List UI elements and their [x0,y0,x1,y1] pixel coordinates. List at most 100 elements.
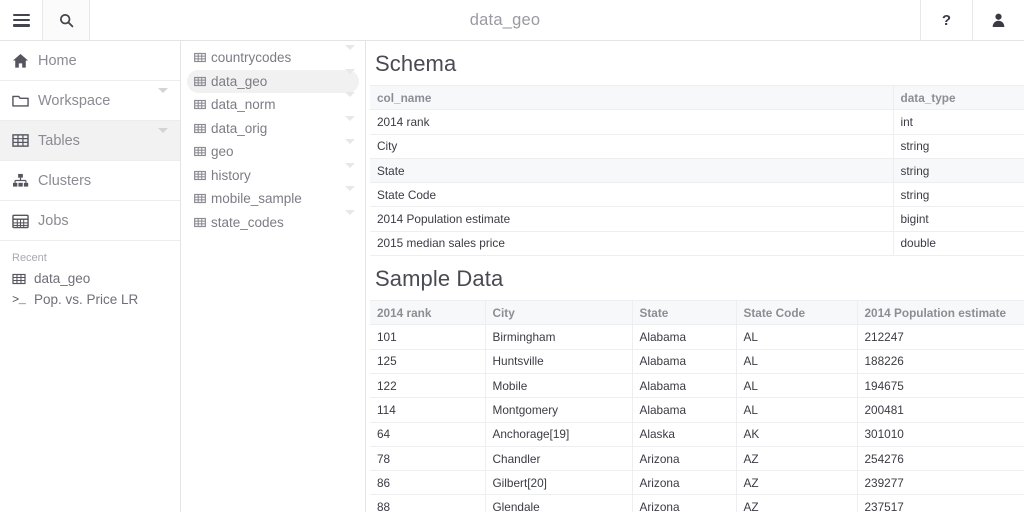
table-icon [194,170,211,181]
menu-button[interactable] [0,0,43,40]
column-header[interactable]: col_name [370,86,893,110]
table-list-item-data-norm[interactable]: data_norm [187,93,359,117]
table-row[interactable]: 125 Huntsville Alabama AL 188226 [370,349,1024,373]
column-header[interactable]: data_type [893,86,1024,110]
column-header[interactable]: State Code [736,301,857,325]
cell: 114 [370,398,485,422]
recent-item-notebook[interactable]: >_ Pop. vs. Price LR [0,289,180,310]
table-list-item-history[interactable]: history [187,164,359,188]
cell: Arizona [632,471,736,495]
chevron-down-icon[interactable] [345,168,355,183]
column-header[interactable]: 2014 Population estimate [857,301,1024,325]
table-row[interactable]: Statestring [370,158,1024,182]
search-icon [59,13,74,28]
terminal-prompt-icon: >_ [12,293,34,307]
chevron-down-icon[interactable] [345,121,355,136]
cell: 254276 [857,446,1024,470]
help-button[interactable]: ? [920,0,972,40]
chevron-down-icon[interactable] [345,144,355,159]
chevron-down-icon[interactable] [345,50,355,65]
chevron-down-icon[interactable] [158,93,168,109]
table-row[interactable]: 101 Birmingham Alabama AL 212247 [370,325,1024,349]
cell: int [893,110,1024,134]
table-list-item-data-orig[interactable]: data_orig [187,117,359,141]
cell: Alabama [632,373,736,397]
cell: Alabama [632,349,736,373]
cell: AZ [736,471,857,495]
chevron-down-icon[interactable] [345,191,355,206]
cell: 237517 [857,495,1024,512]
table-list-item-mobile-sample[interactable]: mobile_sample [187,187,359,211]
recent-item-label: Pop. vs. Price LR [34,292,138,307]
cell: Birmingham [485,325,632,349]
sidebar-item-home[interactable]: Home [0,41,180,81]
cell: Chandler [485,446,632,470]
cell: string [893,183,1024,207]
table-row[interactable]: 78 Chandler Arizona AZ 254276 [370,446,1024,470]
table-icon [12,133,38,148]
table-icon [194,217,211,228]
column-header[interactable]: City [485,301,632,325]
question-mark-icon: ? [942,12,951,29]
cell: 2014 Population estimate [370,207,893,231]
column-header[interactable]: 2014 rank [370,301,485,325]
table-row[interactable]: Citystring [370,134,1024,158]
cell: 88 [370,495,485,512]
sidebar-item-clusters[interactable]: Clusters [0,161,180,201]
table-row[interactable]: 114 Montgomery Alabama AL 200481 [370,398,1024,422]
calendar-icon [12,213,38,229]
cell: State [370,158,893,182]
recent-item-data-geo[interactable]: data_geo [0,268,180,289]
sidebar-item-jobs[interactable]: Jobs [0,201,180,241]
column-header[interactable]: State [632,301,736,325]
cell: 188226 [857,349,1024,373]
table-icon [194,146,211,157]
cell: Alabama [632,325,736,349]
chevron-down-icon[interactable] [345,74,355,89]
table-row[interactable]: State Codestring [370,183,1024,207]
table-row[interactable]: 64 Anchorage[19] Alaska AK 301010 [370,422,1024,446]
schema-heading: Schema [370,41,1024,85]
table-list-item-state-codes[interactable]: state_codes [187,211,359,235]
chevron-down-icon[interactable] [345,97,355,112]
cell: Alabama [632,398,736,422]
table-row[interactable]: 2014 Population estimatebigint [370,207,1024,231]
table-row[interactable]: 88 Glendale Arizona AZ 237517 [370,495,1024,512]
folder-icon [12,93,38,108]
cell: Mobile [485,373,632,397]
sidebar-item-label: Workspace [38,93,158,109]
cell: Montgomery [485,398,632,422]
table-list-item-geo[interactable]: geo [187,140,359,164]
sidebar-item-label: Clusters [38,173,168,189]
table-list-item-label: data_norm [211,97,345,112]
cell: State Code [370,183,893,207]
account-button[interactable] [972,0,1024,40]
table-list-item-countrycodes[interactable]: countrycodes [187,46,359,70]
top-bar-actions: ? [920,0,1024,40]
table-row[interactable]: 122 Mobile Alabama AL 194675 [370,373,1024,397]
cell: AL [736,325,857,349]
table-icon [194,123,211,134]
chevron-down-icon[interactable] [345,215,355,230]
sidebar-item-workspace[interactable]: Workspace [0,81,180,121]
search-button[interactable] [43,0,90,40]
cell: City [370,134,893,158]
table-list-item-label: history [211,168,345,183]
sidebar-item-tables[interactable]: Tables [0,121,180,161]
recent-section-header: Recent [0,241,180,268]
cell: 86 [370,471,485,495]
table-list-item-label: state_codes [211,215,345,230]
sample-data-heading: Sample Data [370,256,1024,300]
sidebar-item-label: Home [38,53,168,69]
table-row[interactable]: 86 Gilbert[20] Arizona AZ 239277 [370,471,1024,495]
chevron-down-icon[interactable] [158,133,168,149]
table-list-item-data-geo[interactable]: data_geo [187,70,359,94]
table-icon [194,76,211,87]
table-row[interactable]: 2014 rankint [370,110,1024,134]
table-row[interactable]: 2015 median sales pricedouble [370,231,1024,255]
table-icon [194,193,211,204]
cell: Glendale [485,495,632,512]
cell: 78 [370,446,485,470]
table-icon [194,52,211,63]
cell: 64 [370,422,485,446]
